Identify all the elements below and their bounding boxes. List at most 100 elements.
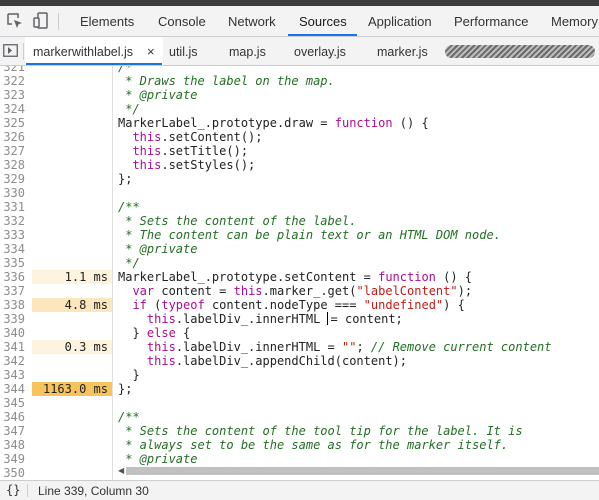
code-line[interactable]: 340 } else {: [0, 326, 599, 340]
code-line[interactable]: 0.3 ms 341 this.labelDiv_.innerHTML = "";…: [0, 340, 599, 354]
code-line[interactable]: 330: [0, 186, 599, 200]
code-text: MarkerLabel_.prototype.draw = function (…: [118, 116, 429, 130]
redacted-file-tab[interactable]: [445, 45, 595, 58]
code-line[interactable]: 326 this.setContent();: [0, 130, 599, 144]
line-number[interactable]: 323: [0, 88, 25, 102]
line-number[interactable]: 336: [0, 270, 25, 284]
code-line[interactable]: 339 this.labelDiv_.innerHTML = content;: [0, 312, 599, 326]
pretty-print-icon[interactable]: {}: [6, 483, 20, 497]
code-token: * @private: [118, 242, 198, 256]
code-line[interactable]: 324 */: [0, 102, 599, 116]
code-token: * @private: [118, 452, 198, 466]
tab-application[interactable]: Application: [368, 6, 432, 36]
line-number[interactable]: 330: [0, 186, 25, 200]
inspect-element-icon[interactable]: [5, 11, 25, 31]
scroll-left-icon[interactable]: ◀: [118, 466, 124, 475]
line-number[interactable]: 325: [0, 116, 25, 130]
line-number[interactable]: 322: [0, 74, 25, 88]
line-number[interactable]: 337: [0, 284, 25, 298]
code-line[interactable]: 333 * The content can be plain text or a…: [0, 228, 599, 242]
line-number[interactable]: 346: [0, 410, 25, 424]
code-line[interactable]: 329};: [0, 172, 599, 186]
file-tab[interactable]: marker.js: [377, 37, 428, 65]
line-number[interactable]: 349: [0, 452, 25, 466]
code-line[interactable]: 322 * Draws the label on the map.: [0, 74, 599, 88]
code-text: };: [118, 382, 132, 396]
code-line[interactable]: 1.1 ms 336 MarkerLabel_.prototype.setConte…: [0, 270, 599, 284]
line-number[interactable]: 329: [0, 172, 25, 186]
code-line[interactable]: 4.8 ms 338 if (typeof content.nodeType ==…: [0, 298, 599, 312]
toolbar-separator: [58, 13, 59, 30]
line-number[interactable]: 343: [0, 368, 25, 382]
line-number[interactable]: 327: [0, 144, 25, 158]
code-line[interactable]: 347 * Sets the content of the tool tip f…: [0, 424, 599, 438]
code-token: .marker_.get(: [262, 284, 357, 298]
code-line[interactable]: 327 this.setTitle();: [0, 144, 599, 158]
line-number[interactable]: 333: [0, 228, 25, 242]
code-token: this: [146, 340, 176, 354]
line-number[interactable]: 348: [0, 438, 25, 452]
line-timing: [32, 88, 112, 102]
file-tab[interactable]: map.js: [229, 37, 266, 65]
code-text: this.setStyles();: [118, 158, 255, 172]
line-timing: [32, 466, 112, 480]
code-line[interactable]: 325 MarkerLabel_.prototype.draw = functio…: [0, 116, 599, 130]
tab-sources[interactable]: Sources: [299, 6, 347, 36]
line-number[interactable]: 332: [0, 214, 25, 228]
line-number[interactable]: 334: [0, 242, 25, 256]
tab-console[interactable]: Console: [158, 6, 206, 36]
toggle-navigator-icon[interactable]: [3, 44, 18, 57]
code-line[interactable]: 323 * @private: [0, 88, 599, 102]
line-timing: [32, 200, 112, 214]
code-line[interactable]: 331 /**: [0, 200, 599, 214]
code-line[interactable]: 349 * @private: [0, 452, 599, 466]
file-tab[interactable]: util.js: [169, 37, 197, 65]
line-number[interactable]: 324: [0, 102, 25, 116]
tab-performance[interactable]: Performance: [454, 6, 528, 36]
code-line[interactable]: 1163.0 ms 344};: [0, 382, 599, 396]
code-token: else: [146, 326, 176, 340]
code-line[interactable]: 335 */: [0, 256, 599, 270]
line-number[interactable]: 341: [0, 340, 25, 354]
file-tab-active[interactable]: markerwithlabel.js ×: [25, 37, 163, 65]
line-number[interactable]: 321: [0, 66, 25, 74]
line-number[interactable]: 339: [0, 312, 25, 326]
tab-network[interactable]: Network: [228, 6, 276, 36]
code-token: function: [378, 270, 436, 284]
device-toolbar-icon[interactable]: [31, 11, 51, 31]
tab-elements[interactable]: Elements: [80, 6, 134, 36]
code-line[interactable]: 334 * @private: [0, 242, 599, 256]
line-number[interactable]: 340: [0, 326, 25, 340]
code-line[interactable]: 343 }: [0, 368, 599, 382]
line-number[interactable]: 344: [0, 382, 25, 396]
line-number[interactable]: 338: [0, 298, 25, 312]
line-number[interactable]: 335: [0, 256, 25, 270]
code-line[interactable]: 337 var content = this.marker_.get("labe…: [0, 284, 599, 298]
line-number[interactable]: 342: [0, 354, 25, 368]
code-line[interactable]: 321 /*: [0, 66, 599, 74]
line-number[interactable]: 347: [0, 424, 25, 438]
code-text: this.labelDiv_.innerHTML = ""; // Remove…: [118, 340, 552, 354]
code-line[interactable]: 345: [0, 396, 599, 410]
line-number[interactable]: 328: [0, 158, 25, 172]
code-line[interactable]: 328 this.setStyles();: [0, 158, 599, 172]
code-line[interactable]: 348 * always set to be the same as for t…: [0, 438, 599, 452]
line-number[interactable]: 345: [0, 396, 25, 410]
code-token: this: [132, 144, 162, 158]
scrollbar-thumb[interactable]: [126, 467, 599, 475]
line-number[interactable]: 331: [0, 200, 25, 214]
code-editor[interactable]: 321/* 322 * Draws the label on the map. 32…: [0, 66, 599, 480]
code-token: // Remove current content: [370, 340, 552, 354]
line-timing: [32, 354, 112, 368]
code-token: .setContent();: [161, 130, 263, 144]
code-line[interactable]: 346 /**: [0, 410, 599, 424]
horizontal-scrollbar[interactable]: ◀: [118, 466, 599, 476]
line-number[interactable]: 326: [0, 130, 25, 144]
code-line[interactable]: 342 this.labelDiv_.appendChild(content);: [0, 354, 599, 368]
line-number[interactable]: 350: [0, 466, 25, 480]
tab-memory[interactable]: Memory: [551, 6, 598, 36]
code-line[interactable]: 332 * Sets the content of the label.: [0, 214, 599, 228]
file-tab[interactable]: overlay.js: [294, 37, 346, 65]
code-token: = content;: [330, 312, 403, 326]
